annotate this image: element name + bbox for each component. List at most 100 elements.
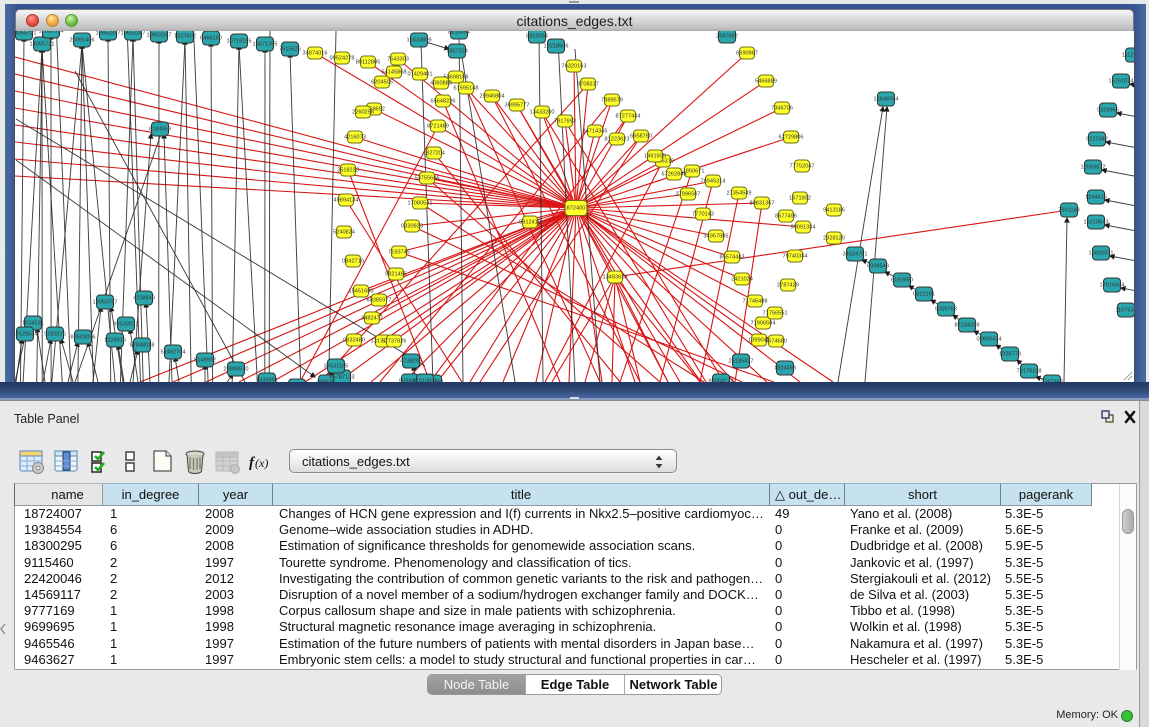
svg-text:87277434: 87277434 <box>616 114 641 120</box>
svg-text:37631165: 37631165 <box>324 364 348 370</box>
svg-text:8677496: 8677496 <box>775 214 797 220</box>
svg-text:16671355: 16671355 <box>253 42 278 48</box>
svg-text:1824493: 1824493 <box>774 366 796 372</box>
svg-text:60385977: 60385977 <box>367 298 392 304</box>
svg-text:19339954: 19339954 <box>39 31 64 35</box>
svg-text:10719155: 10719155 <box>227 39 252 45</box>
svg-text:1226916: 1226916 <box>104 338 126 344</box>
svg-text:00524278: 00524278 <box>330 56 355 62</box>
svg-text:29946804: 29946804 <box>480 94 505 100</box>
svg-text:7193745: 7193745 <box>388 250 410 256</box>
svg-text:15751074: 15751074 <box>1109 79 1134 85</box>
svg-text:15451680: 15451680 <box>349 289 374 295</box>
svg-text:67010651: 67010651 <box>413 379 438 383</box>
svg-text:1167534: 1167534 <box>1115 308 1134 314</box>
svg-text:6193990: 6193990 <box>891 278 913 284</box>
svg-text:16648764: 16648764 <box>874 97 899 103</box>
svg-text:7515526: 7515526 <box>279 47 301 53</box>
svg-text:2260256: 2260256 <box>352 110 374 116</box>
svg-text:1034131: 1034131 <box>22 321 44 327</box>
svg-text:34714345: 34714345 <box>583 129 608 135</box>
svg-text:13953767: 13953767 <box>93 300 118 306</box>
svg-text:17016504: 17016504 <box>1100 283 1125 289</box>
svg-text:49894134: 49894134 <box>334 198 359 204</box>
svg-text:76945314: 76945314 <box>701 179 726 185</box>
svg-text:16210643: 16210643 <box>1084 220 1109 226</box>
svg-text:65648236: 65648236 <box>431 99 456 105</box>
svg-text:53755646: 53755646 <box>415 176 440 182</box>
svg-text:37996507: 37996507 <box>676 192 701 198</box>
svg-text:80831367: 80831367 <box>750 201 775 207</box>
svg-text:7770143: 7770143 <box>692 212 714 218</box>
svg-text:3518233: 3518233 <box>337 168 359 174</box>
svg-text:80112805: 80112805 <box>356 60 380 66</box>
svg-text:0812191: 0812191 <box>913 292 935 298</box>
svg-text:9912419: 9912419 <box>519 220 541 226</box>
svg-text:20091406: 20091406 <box>70 38 95 44</box>
svg-text:4216073: 4216073 <box>344 135 366 141</box>
svg-text:0932480: 0932480 <box>343 338 365 344</box>
svg-text:1326773: 1326773 <box>999 352 1021 358</box>
svg-text:12093872: 12093872 <box>1081 165 1106 171</box>
svg-text:96532871: 96532871 <box>114 322 139 328</box>
svg-text:9329965: 9329965 <box>1097 108 1119 114</box>
svg-text:5009788: 5009788 <box>935 307 957 313</box>
svg-text:1671902: 1671902 <box>789 196 811 202</box>
svg-text:73178108: 73178108 <box>1017 369 1042 375</box>
svg-text:4738299: 4738299 <box>400 359 422 365</box>
svg-text:(x): (x) <box>255 456 268 470</box>
svg-text:15692971: 15692971 <box>1089 251 1114 257</box>
svg-text:6184959: 6184959 <box>149 127 171 133</box>
svg-text:36995777: 36995777 <box>505 103 530 109</box>
svg-text:81223623: 81223623 <box>605 137 630 143</box>
svg-text:10653267: 10653267 <box>147 33 172 39</box>
svg-text:87234309: 87234309 <box>955 323 980 329</box>
svg-text:1527602: 1527602 <box>174 34 196 40</box>
svg-text:0330923: 0330923 <box>401 224 423 230</box>
svg-text:2687682: 2687682 <box>716 34 738 40</box>
svg-text:62729806: 62729806 <box>779 135 804 141</box>
svg-text:34957885: 34957885 <box>704 234 729 240</box>
svg-text:7543303: 7543303 <box>387 57 409 63</box>
svg-text:7991183: 7991183 <box>1058 208 1079 214</box>
svg-text:71746488: 71746488 <box>743 299 768 305</box>
svg-text:13493618: 13493618 <box>603 275 628 281</box>
svg-text:11125419: 11125419 <box>1122 53 1134 59</box>
svg-text:10653267: 10653267 <box>121 31 146 37</box>
svg-text:7917693: 7917693 <box>554 119 576 125</box>
svg-text:6998543: 6998543 <box>867 264 889 270</box>
svg-text:9283276: 9283276 <box>44 332 66 338</box>
svg-text:16033809: 16033809 <box>407 38 432 44</box>
svg-text:2421024: 2421024 <box>731 277 753 283</box>
svg-text:85574443: 85574443 <box>720 255 745 261</box>
svg-text:7889579: 7889579 <box>601 98 623 104</box>
svg-text:02606474: 02606474 <box>977 337 1002 343</box>
svg-text:14055721: 14055721 <box>15 31 36 37</box>
svg-text:7346706: 7346706 <box>771 106 793 112</box>
svg-text:5466889: 5466889 <box>755 79 777 85</box>
svg-text:0842710: 0842710 <box>342 259 364 265</box>
svg-text:27354549: 27354549 <box>727 191 752 197</box>
svg-text:6658760: 6658760 <box>630 134 652 140</box>
svg-text:57262849: 57262849 <box>662 172 687 178</box>
svg-text:71906594: 71906594 <box>751 321 776 327</box>
svg-text:99091334: 99091334 <box>791 225 816 231</box>
svg-text:4060883: 4060883 <box>430 81 452 87</box>
svg-text:79740344: 79740344 <box>783 254 808 260</box>
svg-text:2328120: 2328120 <box>823 236 845 242</box>
svg-text:34624751: 34624751 <box>843 252 868 258</box>
svg-text:19218506: 19218506 <box>544 44 569 50</box>
svg-text:7357224: 7357224 <box>446 49 468 55</box>
svg-text:9413186: 9413186 <box>823 208 845 214</box>
svg-text:6204505: 6204505 <box>371 80 393 86</box>
svg-text:8148932: 8148932 <box>194 358 216 364</box>
svg-text:5240824: 5240824 <box>333 230 355 236</box>
svg-text:14055721: 14055721 <box>30 42 55 48</box>
svg-text:8813054: 8813054 <box>448 31 470 36</box>
svg-text:3387262: 3387262 <box>1041 380 1063 383</box>
svg-text:2787429: 2787429 <box>777 283 799 289</box>
svg-text:8721489: 8721489 <box>427 124 449 130</box>
svg-text:8813054: 8813054 <box>526 34 548 40</box>
svg-text:1244415: 1244415 <box>1085 195 1107 201</box>
svg-text:71756551: 71756551 <box>763 311 788 317</box>
